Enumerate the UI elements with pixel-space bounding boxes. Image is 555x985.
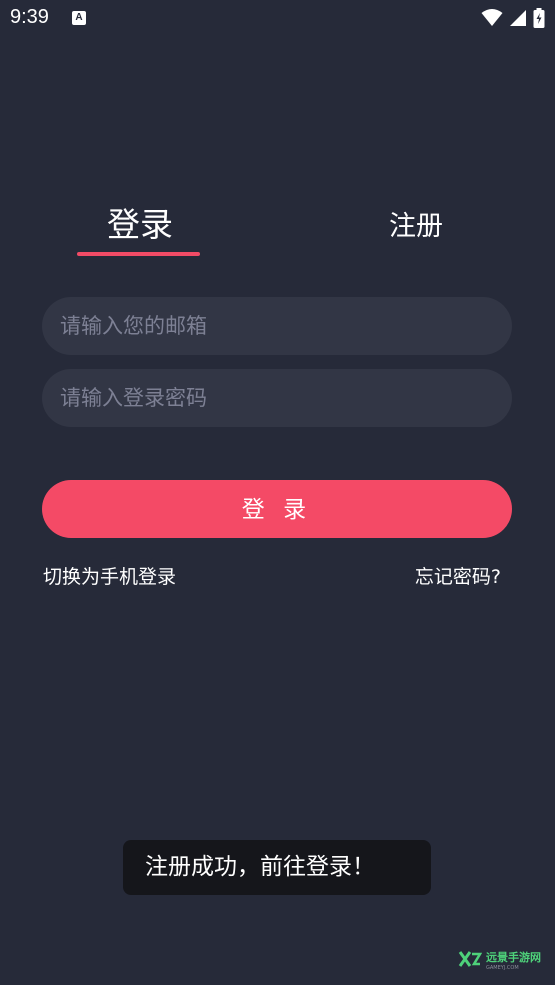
forgot-password-link[interactable]: 忘记密码? <box>415 562 501 589</box>
tab-register[interactable]: 注册 <box>389 204 443 243</box>
watermark-domain: GAMEYJ.COM <box>486 965 519 971</box>
watermark-icon <box>458 950 482 967</box>
email-input[interactable] <box>42 297 512 355</box>
switch-to-phone-login-link[interactable]: 切换为手机登录 <box>43 562 176 589</box>
password-input[interactable] <box>42 369 512 427</box>
tab-login[interactable]: 登录 <box>107 198 173 246</box>
status-bar: 9:39 A <box>0 0 555 38</box>
signal-icon <box>510 10 526 26</box>
battery-icon <box>533 8 545 28</box>
login-button[interactable]: 登 录 <box>42 480 512 538</box>
watermark-logo: 远景手游网 GAMEYJ.COM <box>458 946 541 971</box>
status-time: 9:39 <box>10 6 49 28</box>
watermark-brand: 远景手游网 <box>486 951 541 964</box>
status-icons <box>481 8 545 28</box>
active-tab-indicator <box>77 252 200 256</box>
notification-icon: A <box>72 11 86 25</box>
toast-message: 注册成功，前往登录！ <box>123 840 431 895</box>
wifi-icon <box>481 9 503 26</box>
